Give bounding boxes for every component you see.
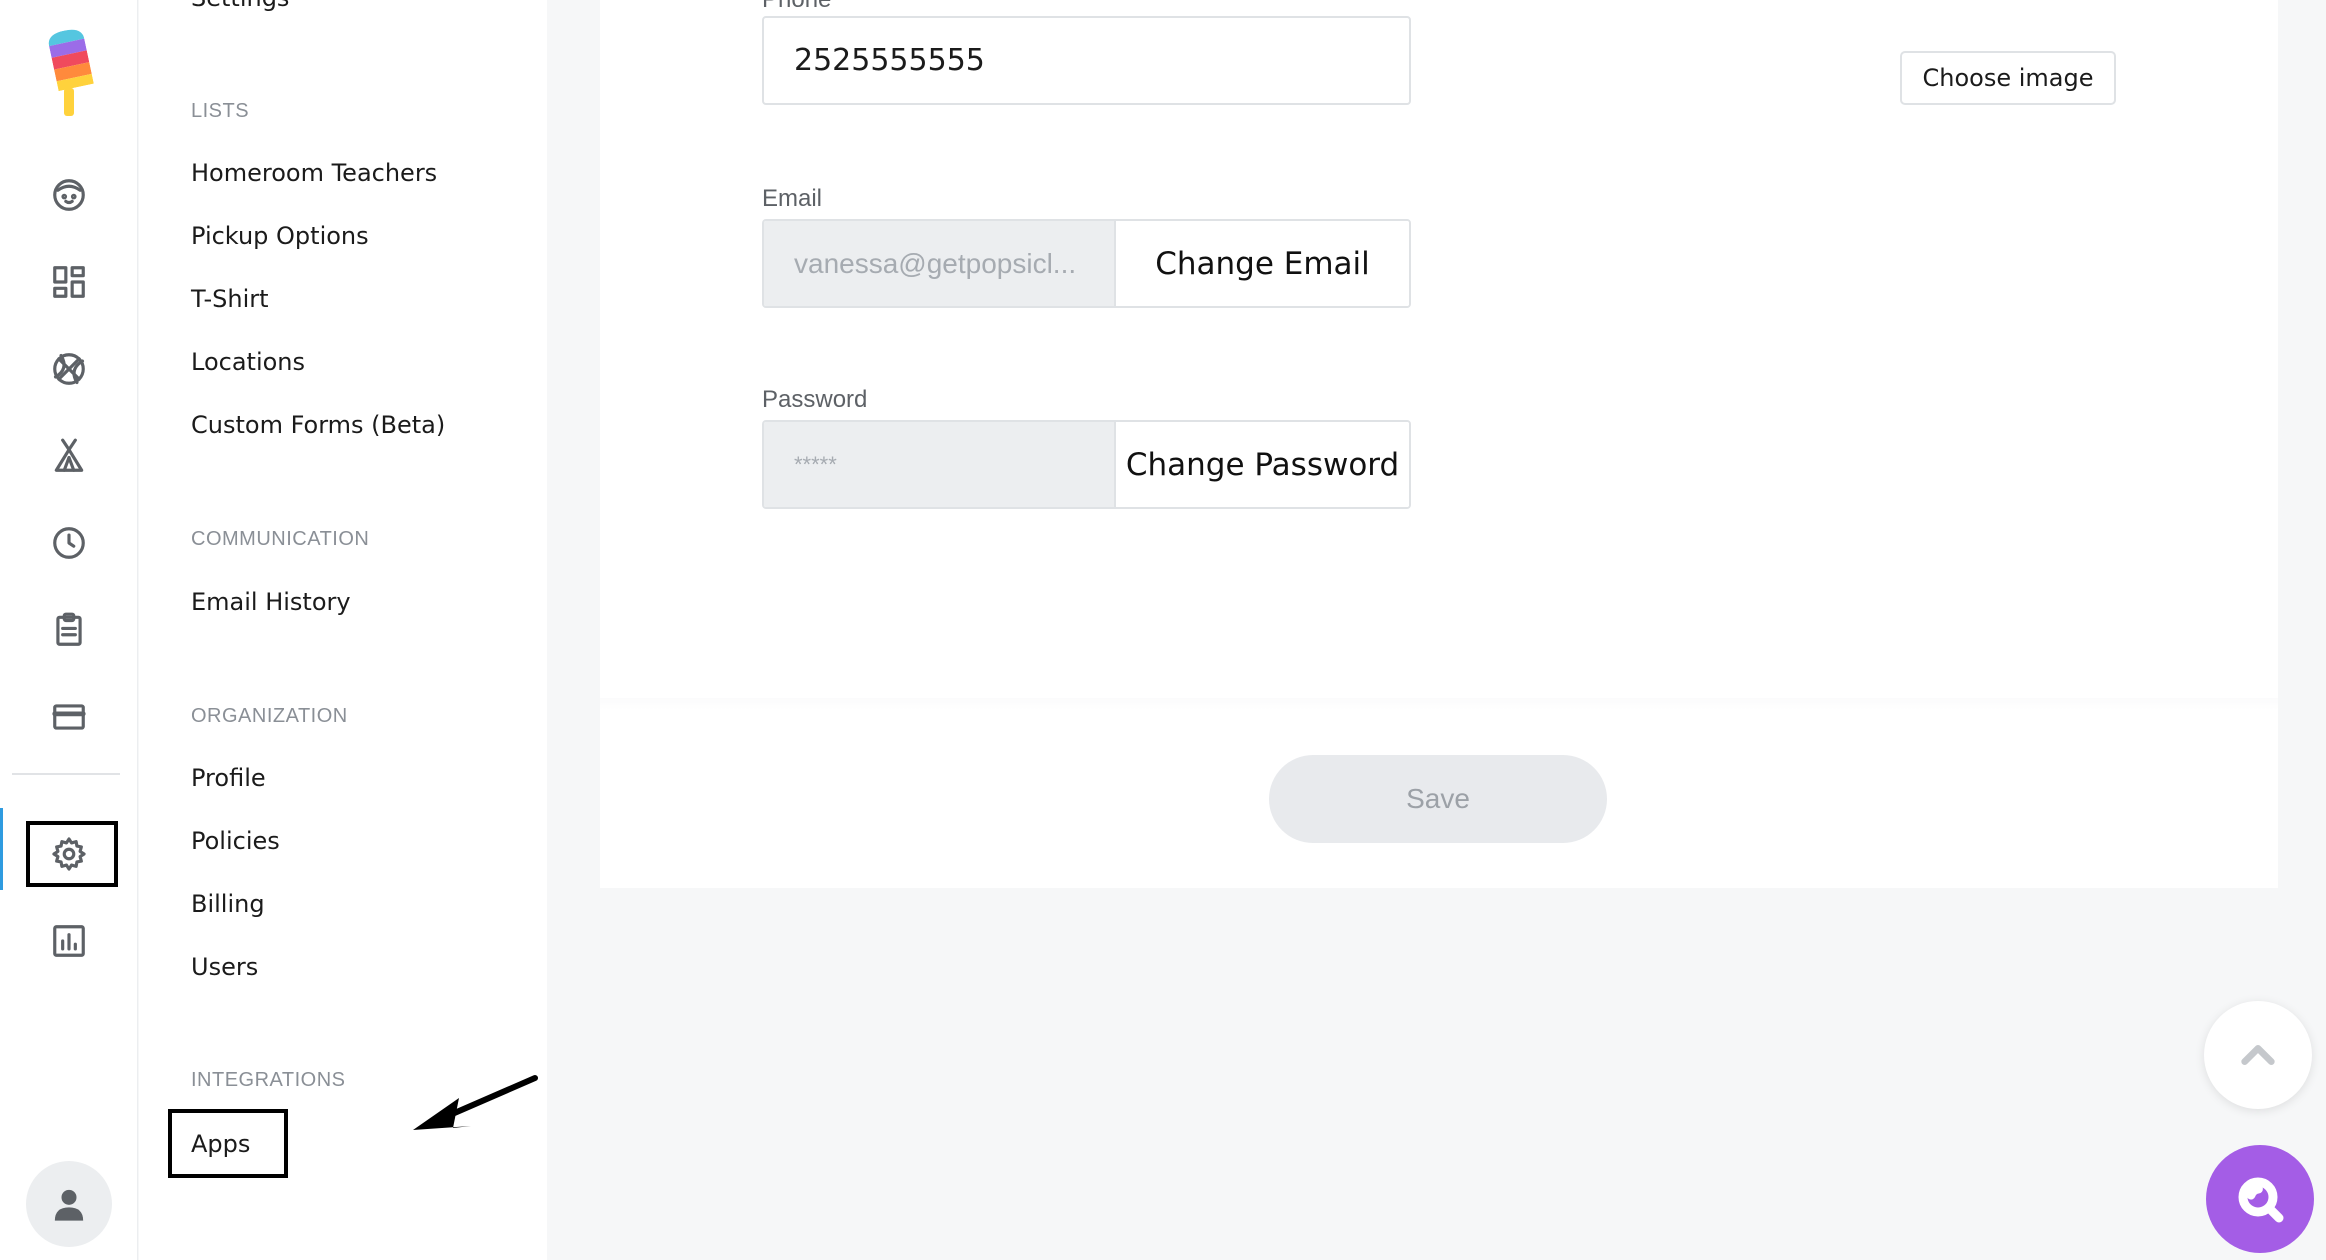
active-indicator — [0, 808, 3, 890]
nav-heading-communication: COMMUNICATION — [191, 528, 370, 550]
nav-heading-organization: ORGANIZATION — [191, 705, 348, 727]
dashboard-icon[interactable] — [44, 257, 94, 307]
scroll-to-top-button[interactable] — [2204, 1001, 2312, 1109]
help-search-button[interactable] — [2206, 1145, 2314, 1253]
report-chart-icon[interactable] — [44, 916, 94, 966]
settings-highlight-box — [26, 821, 118, 887]
sports-ball-icon[interactable] — [44, 344, 94, 394]
rail-divider — [12, 773, 120, 775]
nav-item-policies[interactable]: Policies — [191, 827, 280, 855]
email-label: Email — [762, 185, 823, 212]
apps-highlight-box — [168, 1109, 288, 1178]
clock-icon[interactable] — [44, 518, 94, 568]
settings-nav: Settings LISTS Homeroom Teachers Pickup … — [139, 0, 547, 1260]
change-email-button[interactable]: Change Email — [1114, 221, 1409, 306]
nav-item-homeroom-teachers[interactable]: Homeroom Teachers — [191, 159, 437, 187]
password-field: ***** — [764, 422, 1114, 507]
phone-input[interactable]: 2525555555 — [762, 16, 1411, 105]
user-avatar-icon[interactable] — [26, 1161, 112, 1247]
child-face-icon[interactable] — [44, 170, 94, 220]
nav-heading-integrations: INTEGRATIONS — [191, 1069, 346, 1091]
credit-card-icon[interactable] — [44, 692, 94, 742]
nav-heading-lists: LISTS — [191, 100, 250, 122]
phone-label: Phone — [762, 0, 831, 14]
password-field-group: ***** Change Password — [762, 420, 1411, 509]
choose-image-button[interactable]: Choose image — [1900, 51, 2116, 105]
nav-item-email-history[interactable]: Email History — [191, 588, 351, 616]
card-divider — [600, 698, 2278, 710]
nav-item-custom-forms[interactable]: Custom Forms (Beta) — [191, 411, 445, 439]
annotation-arrow-icon — [413, 1075, 538, 1130]
camp-tent-icon[interactable] — [44, 431, 94, 481]
nav-item-profile[interactable]: Profile — [191, 764, 266, 792]
nav-item-users[interactable]: Users — [191, 953, 258, 981]
chevron-up-icon — [2241, 1045, 2275, 1065]
nav-item-locations[interactable]: Locations — [191, 348, 305, 376]
password-label: Password — [762, 386, 868, 413]
email-field-group: vanessa@getpopsicl... Change Email — [762, 219, 1411, 308]
email-field: vanessa@getpopsicl... — [764, 221, 1114, 306]
popsicle-logo-icon[interactable] — [44, 28, 96, 120]
change-password-button[interactable]: Change Password — [1114, 422, 1409, 507]
save-button[interactable]: Save — [1269, 755, 1607, 843]
clipboard-icon[interactable] — [44, 605, 94, 655]
nav-item-pickup-options[interactable]: Pickup Options — [191, 222, 369, 250]
nav-item-billing[interactable]: Billing — [191, 890, 265, 918]
nav-item-settings[interactable]: Settings — [191, 0, 289, 12]
icon-rail — [0, 0, 138, 1260]
search-icon — [2238, 1177, 2284, 1223]
nav-item-t-shirt[interactable]: T-Shirt — [191, 285, 269, 313]
